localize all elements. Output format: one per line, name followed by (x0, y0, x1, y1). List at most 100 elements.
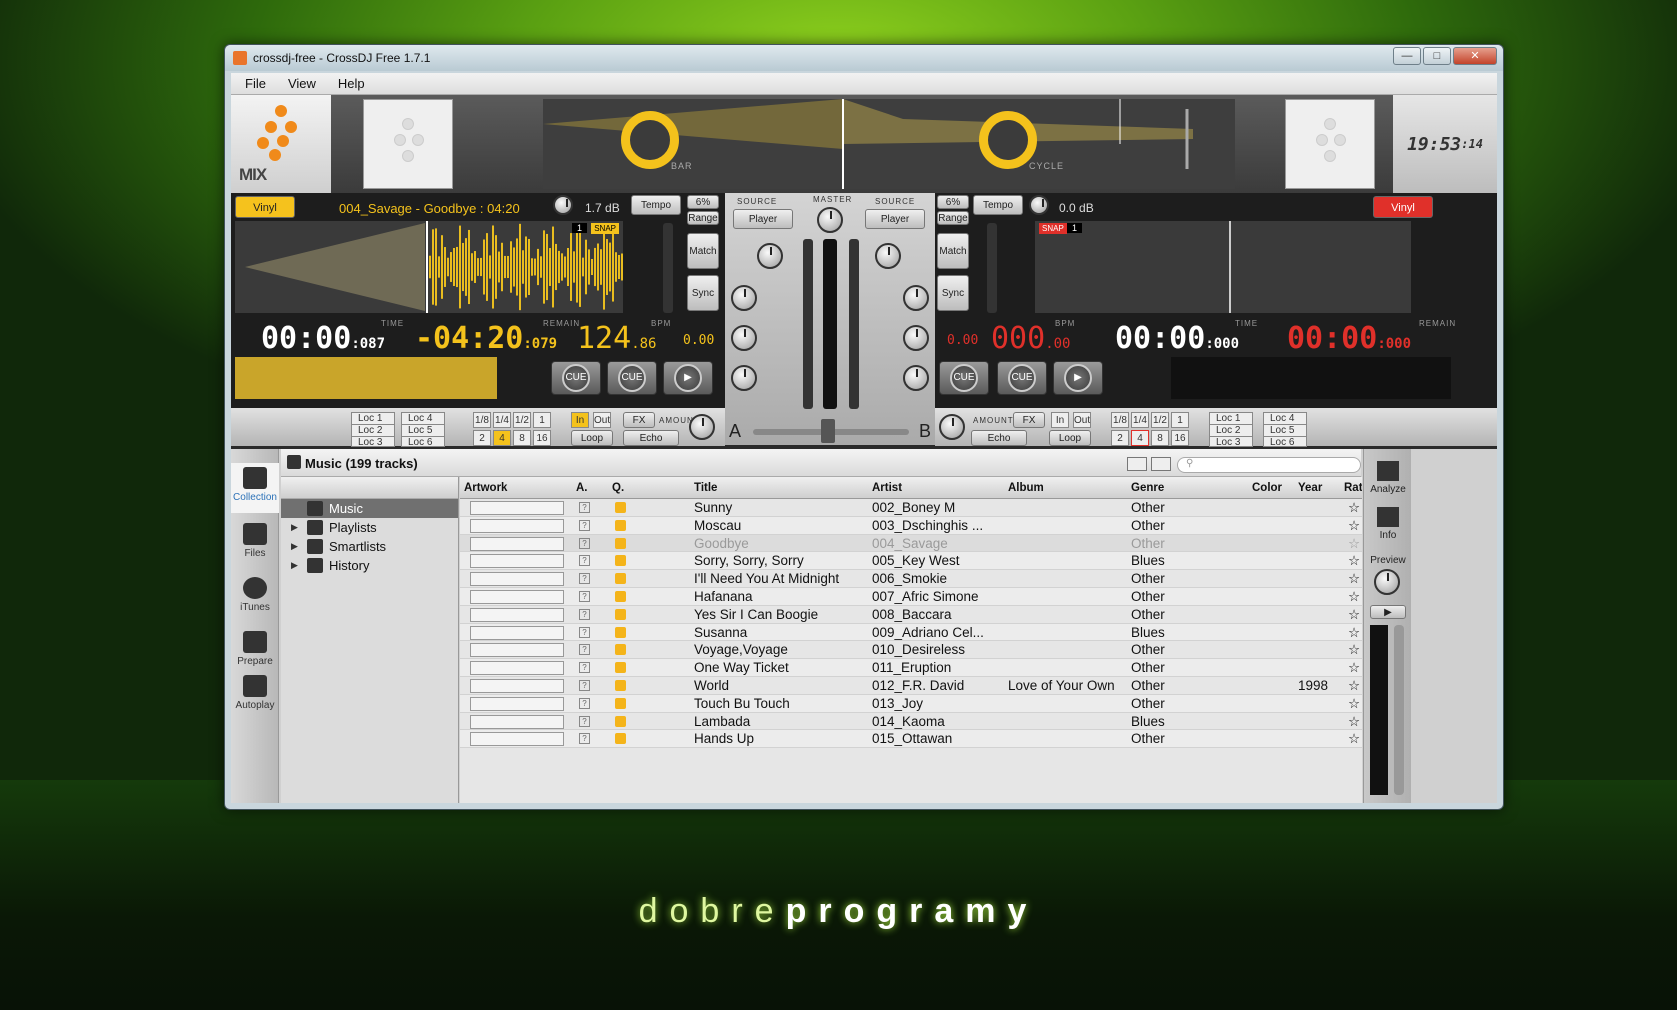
rating-star-icon[interactable]: ☆ (1348, 553, 1360, 569)
fx-select-b[interactable]: Echo (971, 430, 1027, 446)
waveform-overview[interactable]: BAR CYCLE (543, 99, 1235, 189)
loop-1-4-a[interactable]: 1/4 (493, 412, 511, 428)
menu-view[interactable]: View (288, 76, 316, 91)
search-input[interactable]: ⚲ (1177, 457, 1361, 473)
preview-volume-knob[interactable] (1374, 569, 1400, 595)
deck-a-vinyl-button[interactable]: Vinyl (235, 196, 295, 218)
table-row[interactable]: ? Lambada 014_Kaoma Blues ☆ (460, 713, 1362, 731)
mid-a-knob[interactable] (731, 325, 757, 351)
table-row[interactable]: ? World 012_F.R. David Love of Your Own Othe… (460, 677, 1362, 695)
deck-b-waveform[interactable]: SNAP 1 (1035, 221, 1411, 313)
deck-a-range-pct[interactable]: 6% (687, 195, 719, 209)
deck-b-play-button[interactable]: ▶ (1053, 361, 1103, 395)
table-row[interactable]: ? Voyage,Voyage 010_Desireless Other ☆ (460, 641, 1362, 660)
col-rating[interactable]: Rat (1344, 482, 1362, 494)
channel-b-fader[interactable] (849, 239, 859, 409)
loc-3-b[interactable]: Loc 3 (1209, 436, 1253, 448)
deck-a-tempo-button[interactable]: Tempo (631, 195, 681, 215)
loop-2-b[interactable]: 2 (1111, 430, 1129, 446)
treb-a-knob[interactable] (731, 285, 757, 311)
deck-a-range-button[interactable]: Range (687, 211, 719, 225)
nav-collection[interactable]: Collection (231, 463, 279, 513)
col-color[interactable]: Color (1252, 482, 1282, 494)
rating-star-icon[interactable]: ☆ (1348, 500, 1360, 516)
preview-slider[interactable] (1394, 625, 1404, 795)
table-row[interactable]: ? Hafanana 007_Afric Simone Other ☆ (460, 587, 1362, 606)
fx-toggle-b[interactable]: FX (1013, 412, 1045, 428)
maximize-button[interactable]: □ (1423, 47, 1451, 65)
loc-6-a[interactable]: Loc 6 (401, 436, 445, 448)
loop-1-8-a[interactable]: 1/8 (473, 412, 491, 428)
loop-out-b[interactable]: Out (1073, 412, 1091, 428)
mixer-source-b-select[interactable]: Player (865, 209, 925, 229)
tree-history[interactable]: ▶ History (281, 556, 458, 575)
loop-8-a[interactable]: 8 (513, 430, 531, 446)
tree-playlists[interactable]: ▶ Playlists (281, 518, 458, 537)
deck-a-gain-knob[interactable] (553, 195, 573, 215)
deck-b-vinyl-button[interactable]: Vinyl (1373, 196, 1433, 218)
fx-select-a[interactable]: Echo (623, 430, 679, 446)
loop-in-a[interactable]: In (571, 412, 589, 428)
loop-1-8-b[interactable]: 1/8 (1111, 412, 1129, 428)
loc-6-b[interactable]: Loc 6 (1263, 436, 1307, 448)
gain-b-knob[interactable] (875, 243, 901, 269)
deck-a-cue-1[interactable]: CUE (551, 361, 601, 395)
bass-b-knob[interactable] (903, 365, 929, 391)
deck-b-tempo-button[interactable]: Tempo (973, 195, 1023, 215)
fx-amount-knob-a[interactable] (689, 414, 715, 440)
deck-b-match-button[interactable]: Match (937, 233, 969, 269)
menu-help[interactable]: Help (338, 76, 365, 91)
deck-b-mini-waveform[interactable] (1171, 357, 1451, 399)
deck-b-pitch-fader[interactable] (987, 223, 997, 313)
rating-star-icon[interactable]: ☆ (1348, 536, 1360, 552)
rating-star-icon[interactable]: ☆ (1348, 625, 1360, 641)
loop-2-a[interactable]: 2 (473, 430, 491, 446)
rating-star-icon[interactable]: ☆ (1348, 696, 1360, 712)
master-knob[interactable] (817, 207, 843, 233)
loop-1-a[interactable]: 1 (533, 412, 551, 428)
analyze-button[interactable]: Analyze (1364, 461, 1412, 495)
col-artist[interactable]: Artist (872, 482, 902, 494)
loop-16-b[interactable]: 16 (1171, 430, 1189, 446)
deck-a-sync-button[interactable]: Sync (687, 275, 719, 311)
mixer-source-a-select[interactable]: Player (733, 209, 793, 229)
menu-file[interactable]: File (245, 76, 266, 91)
grid-view-icon[interactable] (1151, 457, 1171, 471)
nav-itunes[interactable]: iTunes (231, 573, 279, 623)
table-row[interactable]: ? One Way Ticket 011_Eruption Other ☆ (460, 659, 1362, 677)
rating-star-icon[interactable]: ☆ (1348, 660, 1360, 676)
deck-a-pitch-fader[interactable] (663, 223, 673, 313)
loop-button-b[interactable]: Loop (1049, 430, 1091, 446)
loop-4-a[interactable]: 4 (493, 430, 511, 446)
deck-b-gain-knob[interactable] (1029, 195, 1049, 215)
loop-8-b[interactable]: 8 (1151, 430, 1169, 446)
table-row[interactable]: ? Moscau 003_Dschinghis ... Other ☆ (460, 516, 1362, 535)
loop-1-4-b[interactable]: 1/4 (1131, 412, 1149, 428)
fx-toggle-a[interactable]: FX (623, 412, 655, 428)
table-row[interactable]: ? Hands Up 015_Ottawan Other ☆ (460, 730, 1362, 749)
deck-a-match-button[interactable]: Match (687, 233, 719, 269)
loop-1-b[interactable]: 1 (1171, 412, 1189, 428)
loop-button-a[interactable]: Loop (571, 430, 613, 446)
col-album[interactable]: Album (1008, 482, 1044, 494)
nav-prepare[interactable]: Prepare (231, 627, 279, 677)
mid-b-knob[interactable] (903, 325, 929, 351)
deck-a-snap[interactable]: SNAP (591, 223, 619, 234)
table-row[interactable]: ? Yes Sir I Can Boogie 008_Baccara Other ☆ (460, 606, 1362, 624)
channel-a-fader[interactable] (803, 239, 813, 409)
loop-1-2-a[interactable]: 1/2 (513, 412, 531, 428)
rating-star-icon[interactable]: ☆ (1348, 714, 1360, 730)
tree-smartlists[interactable]: ▶ Smartlists (281, 537, 458, 556)
rating-star-icon[interactable]: ☆ (1348, 607, 1360, 623)
bass-a-knob[interactable] (731, 365, 757, 391)
nav-autoplay[interactable]: Autoplay (231, 671, 279, 721)
table-row[interactable]: ? Susanna 009_Adriano Cel... Blues ☆ (460, 623, 1362, 642)
loop-out-a[interactable]: Out (593, 412, 611, 428)
deck-a-cue-2[interactable]: CUE (607, 361, 657, 395)
minimize-button[interactable]: — (1393, 47, 1421, 65)
loop-16-a[interactable]: 16 (533, 430, 551, 446)
fx-amount-knob-b[interactable] (939, 414, 965, 440)
table-row[interactable]: ? Touch Bu Touch 013_Joy Other ☆ (460, 694, 1362, 713)
gain-a-knob[interactable] (757, 243, 783, 269)
preview-play-button[interactable]: ▶ (1370, 605, 1406, 619)
